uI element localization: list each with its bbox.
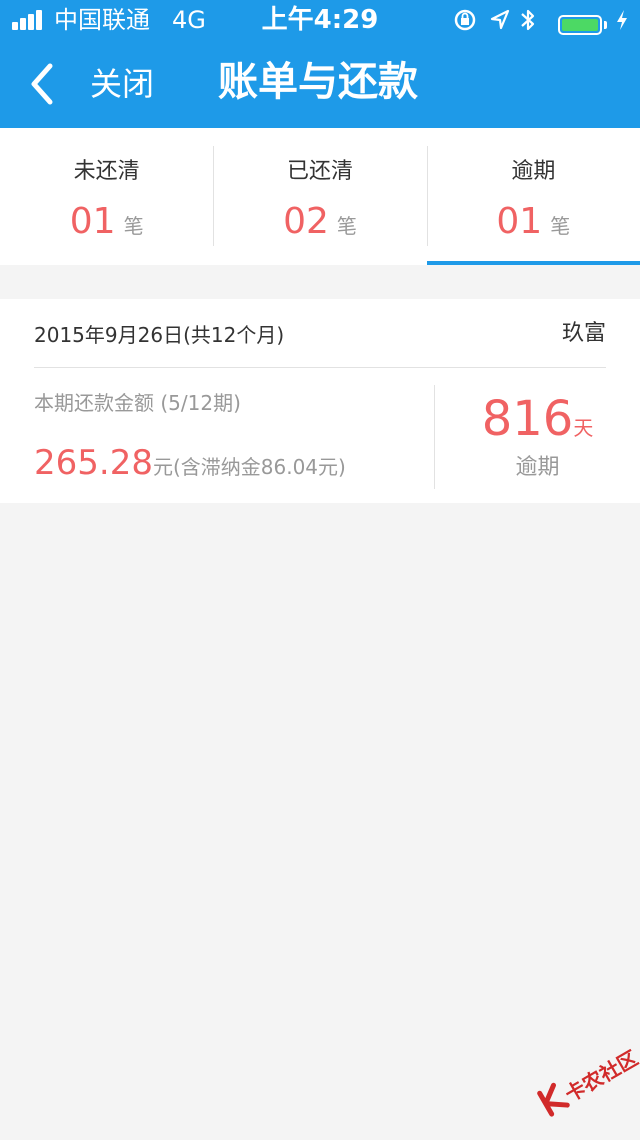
tab-count-number: 01	[496, 201, 543, 242]
watermark-text: 卡农社区	[560, 1045, 640, 1107]
tab-overdue[interactable]: 逾期 01 笔	[426, 128, 640, 265]
overdue-days: 816天	[435, 391, 640, 458]
amount-value: 265.28	[34, 443, 153, 483]
bill-lender: 玖富	[561, 321, 606, 346]
tab-count-number: 02	[283, 201, 329, 242]
amount-row: 265.28元(含滞纳金86.04元)	[34, 441, 346, 491]
tab-count-unit: 笔	[550, 214, 571, 238]
tab-label: 逾期	[511, 159, 556, 184]
tab-label: 未还清	[73, 159, 140, 184]
tab-count-unit: 笔	[123, 214, 144, 238]
close-button[interactable]: 关闭	[90, 64, 154, 104]
bill-status-tabs: 未还清 01 笔 已还清 02 笔 逾期 01 笔	[0, 128, 640, 265]
tab-paid[interactable]: 已还清 02 笔	[213, 128, 426, 265]
page-title: 账单与还款	[218, 59, 418, 105]
tab-count: 01 笔	[427, 200, 640, 250]
battery-tip	[604, 21, 607, 29]
tab-count-number: 01	[69, 201, 116, 242]
status-bar: 中国联通 4G 上午4:29	[0, 0, 640, 40]
overdue-label: 逾期	[515, 455, 560, 480]
location-icon	[490, 9, 510, 30]
tab-unpaid[interactable]: 未还清 01 笔	[0, 128, 213, 265]
overdue-days-unit: 天	[573, 416, 594, 440]
amount-label: 本期还款金额 (5/12期)	[34, 391, 241, 415]
charging-icon	[617, 10, 627, 30]
nav-bar: 关闭 账单与还款	[0, 40, 640, 128]
bluetooth-icon	[521, 9, 535, 31]
battery-icon	[558, 15, 602, 35]
tab-count: 01 笔	[0, 200, 213, 250]
tab-count-unit: 笔	[336, 214, 357, 238]
divider	[34, 367, 606, 368]
chevron-left-icon[interactable]	[28, 62, 58, 106]
tab-label: 已还清	[286, 159, 353, 184]
watermark-logo: 卡农社区	[527, 1030, 640, 1140]
status-icons	[452, 6, 632, 35]
overdue-days-number: 816	[481, 391, 574, 447]
tab-count: 02 笔	[213, 200, 426, 250]
app-header: 中国联通 4G 上午4:29 关闭 账单与还款	[0, 0, 640, 128]
bill-date: 2015年9月26日(共12个月)	[34, 323, 285, 347]
rotation-lock-icon	[454, 9, 476, 31]
battery-level	[562, 19, 598, 31]
amount-note: 元(含滞纳金86.04元)	[152, 455, 346, 479]
bill-card[interactable]: 2015年9月26日(共12个月) 玖富 本期还款金额 (5/12期) 265.…	[0, 299, 640, 503]
